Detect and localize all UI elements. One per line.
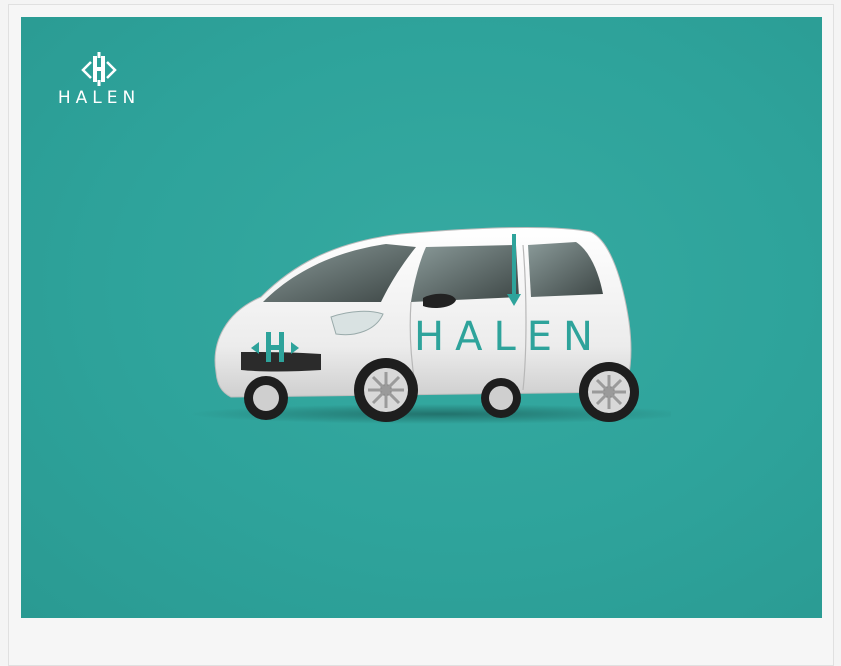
halen-logo: HALEN	[51, 50, 151, 110]
far-front-wheel	[244, 376, 288, 420]
far-rear-wheel	[481, 378, 521, 418]
logo-wordmark: HALEN	[57, 88, 141, 108]
photo-scene: HALEN HALEN	[21, 17, 822, 618]
front-wheel	[354, 358, 418, 422]
door-stripe	[512, 234, 516, 294]
car-side-wordmark: HALEN	[414, 314, 604, 360]
rear-wheel	[579, 362, 639, 422]
h-monogram-icon	[81, 52, 117, 86]
front-side-window	[411, 245, 519, 302]
